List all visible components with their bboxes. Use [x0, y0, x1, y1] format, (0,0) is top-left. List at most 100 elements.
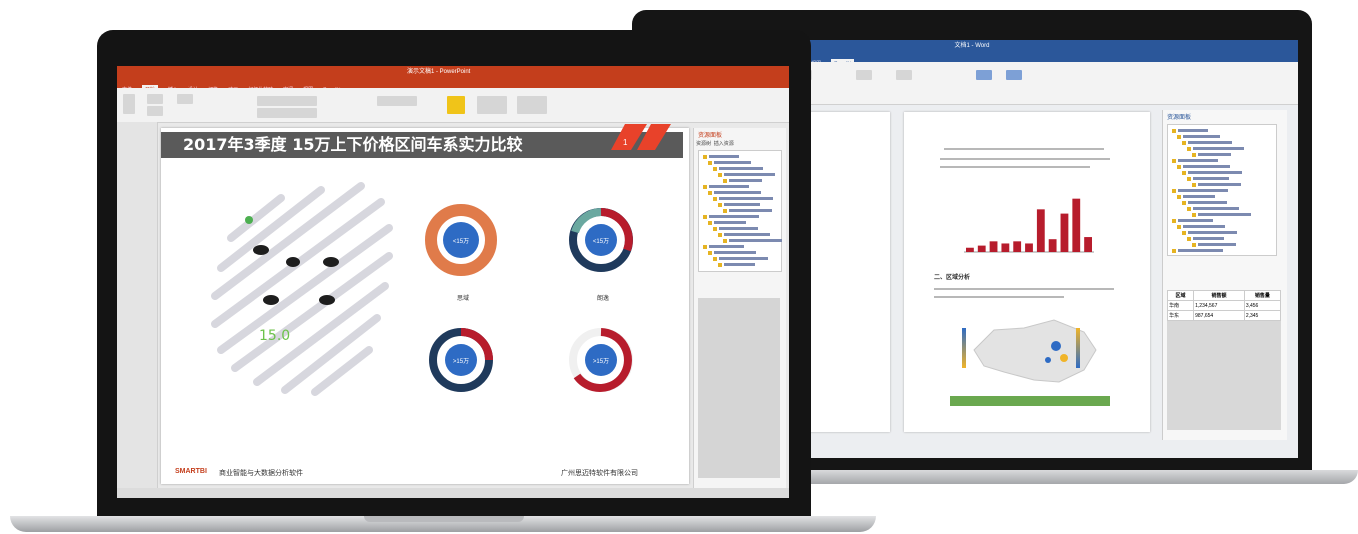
tree-item[interactable]: [1193, 237, 1224, 240]
bar: [1084, 237, 1092, 252]
folder-icon: [1172, 219, 1176, 223]
ribbon-button[interactable]: [147, 94, 163, 104]
footer-tagline: 商业智能与大数据分析软件: [219, 470, 303, 477]
pane-tab-insert[interactable]: 插入资源: [714, 141, 734, 147]
tree-item[interactable]: [1178, 189, 1228, 192]
hex-value: 15.0: [259, 328, 290, 344]
tree-item[interactable]: [1188, 231, 1237, 234]
tree-item[interactable]: [1183, 135, 1220, 138]
pane-tabs[interactable]: 资源树 插入资源: [696, 140, 734, 147]
tree-item[interactable]: [714, 161, 751, 164]
table-row[interactable]: 华南 1,234,567 3,456: [1166, 300, 1282, 311]
font-selector[interactable]: [257, 96, 317, 106]
ppt-window-title: 演示文稿1 - PowerPoint: [407, 69, 471, 75]
resource-tree[interactable]: [698, 150, 782, 272]
tree-item[interactable]: [1178, 249, 1223, 252]
ribbon-button[interactable]: [1006, 70, 1022, 80]
table-cell: 3,456: [1243, 300, 1282, 311]
tree-item[interactable]: [709, 245, 744, 248]
tree-item[interactable]: [1193, 177, 1229, 180]
tree-item[interactable]: [714, 191, 761, 194]
arrange-button[interactable]: [477, 96, 507, 114]
folder-icon: [713, 227, 717, 231]
table-cell: 1,234,567: [1193, 300, 1245, 311]
slide-canvas: 2017年3季度 15万上下价格区间车系实力比较 1 15.0 <15万 思域 …: [161, 124, 689, 484]
table-row[interactable]: 华东 987,654 2,345: [1166, 310, 1282, 321]
front-laptop-notch: [364, 516, 524, 522]
paste-button[interactable]: [123, 94, 135, 114]
folder-icon: [713, 257, 717, 261]
tree-item[interactable]: [1188, 201, 1227, 204]
tree-item[interactable]: [1188, 171, 1242, 174]
bar: [1025, 243, 1033, 252]
folder-icon: [703, 215, 707, 219]
font-format-buttons[interactable]: [257, 108, 317, 118]
tree-item[interactable]: [719, 257, 768, 260]
tree-item[interactable]: [719, 167, 763, 170]
folder-icon: [1182, 201, 1186, 205]
ribbon-button[interactable]: [896, 70, 912, 80]
donut-2-label: <15万: [593, 238, 609, 245]
tree-item[interactable]: [724, 233, 770, 236]
ppt-ribbon-tabs: 文件开始插入设计切换动画幻灯片放映审阅视图Smartbi: [117, 78, 789, 95]
bar: [989, 241, 998, 252]
tree-item[interactable]: [1193, 147, 1244, 150]
quick-styles-button[interactable]: [517, 96, 547, 114]
china-map: [973, 319, 1097, 383]
pane-title: 资源面板: [698, 133, 723, 139]
resource-preview: [698, 298, 780, 478]
shape-button[interactable]: [447, 96, 465, 114]
paragraph-buttons[interactable]: [377, 96, 417, 106]
tree-item[interactable]: [729, 209, 772, 212]
ribbon-button[interactable]: [177, 94, 193, 104]
tree-item[interactable]: [714, 221, 746, 224]
folder-icon: [1177, 165, 1181, 169]
tree-item[interactable]: [1178, 219, 1213, 222]
slide-thumbnails[interactable]: [117, 122, 158, 488]
donut-1: <15万: [425, 204, 497, 276]
tree-item[interactable]: [1198, 153, 1231, 156]
ribbon-button[interactable]: [976, 70, 992, 80]
folder-icon: [708, 191, 712, 195]
tree-item[interactable]: [1183, 165, 1230, 168]
text-line: [944, 148, 1104, 150]
map-table-header: [950, 396, 1110, 406]
tree-item[interactable]: [709, 155, 739, 158]
bar: [1048, 239, 1057, 252]
tree-item[interactable]: [1178, 159, 1218, 162]
tree-item[interactable]: [1198, 243, 1236, 246]
tree-item[interactable]: [1178, 129, 1208, 132]
folder-icon: [708, 251, 712, 255]
donut-3-label: >15万: [453, 358, 469, 365]
tree-item[interactable]: [719, 227, 758, 230]
text-line: [940, 158, 1110, 160]
tree-item[interactable]: [1193, 207, 1239, 210]
tree-item[interactable]: [709, 215, 759, 218]
tree-item[interactable]: [1183, 195, 1215, 198]
tree-item[interactable]: [709, 185, 749, 188]
tree-item[interactable]: [719, 197, 773, 200]
folder-icon: [1177, 225, 1181, 229]
tree-item[interactable]: [1183, 225, 1225, 228]
tree-item[interactable]: [1198, 213, 1251, 216]
tree-item[interactable]: [1198, 183, 1241, 186]
tree-item[interactable]: [714, 251, 756, 254]
table-cell: 2,345: [1243, 310, 1282, 321]
bar: [1072, 198, 1081, 252]
folder-icon: [713, 197, 717, 201]
tree-item[interactable]: [1188, 141, 1232, 144]
table-cell: 华东: [1166, 310, 1195, 321]
tree-item[interactable]: [724, 263, 755, 266]
resource-tree[interactable]: [1167, 124, 1277, 256]
pane-tab-tree[interactable]: 资源树: [696, 141, 711, 147]
table-header-cell: 销售量: [1243, 290, 1282, 301]
bar: [1001, 243, 1010, 252]
ribbon-button[interactable]: [856, 70, 872, 80]
folder-icon: [1172, 129, 1176, 133]
text-line: [940, 166, 1090, 168]
tree-item[interactable]: [724, 173, 775, 176]
tree-item[interactable]: [724, 203, 760, 206]
ribbon-button[interactable]: [147, 106, 163, 116]
tree-item[interactable]: [729, 239, 782, 242]
tree-item[interactable]: [729, 179, 762, 182]
